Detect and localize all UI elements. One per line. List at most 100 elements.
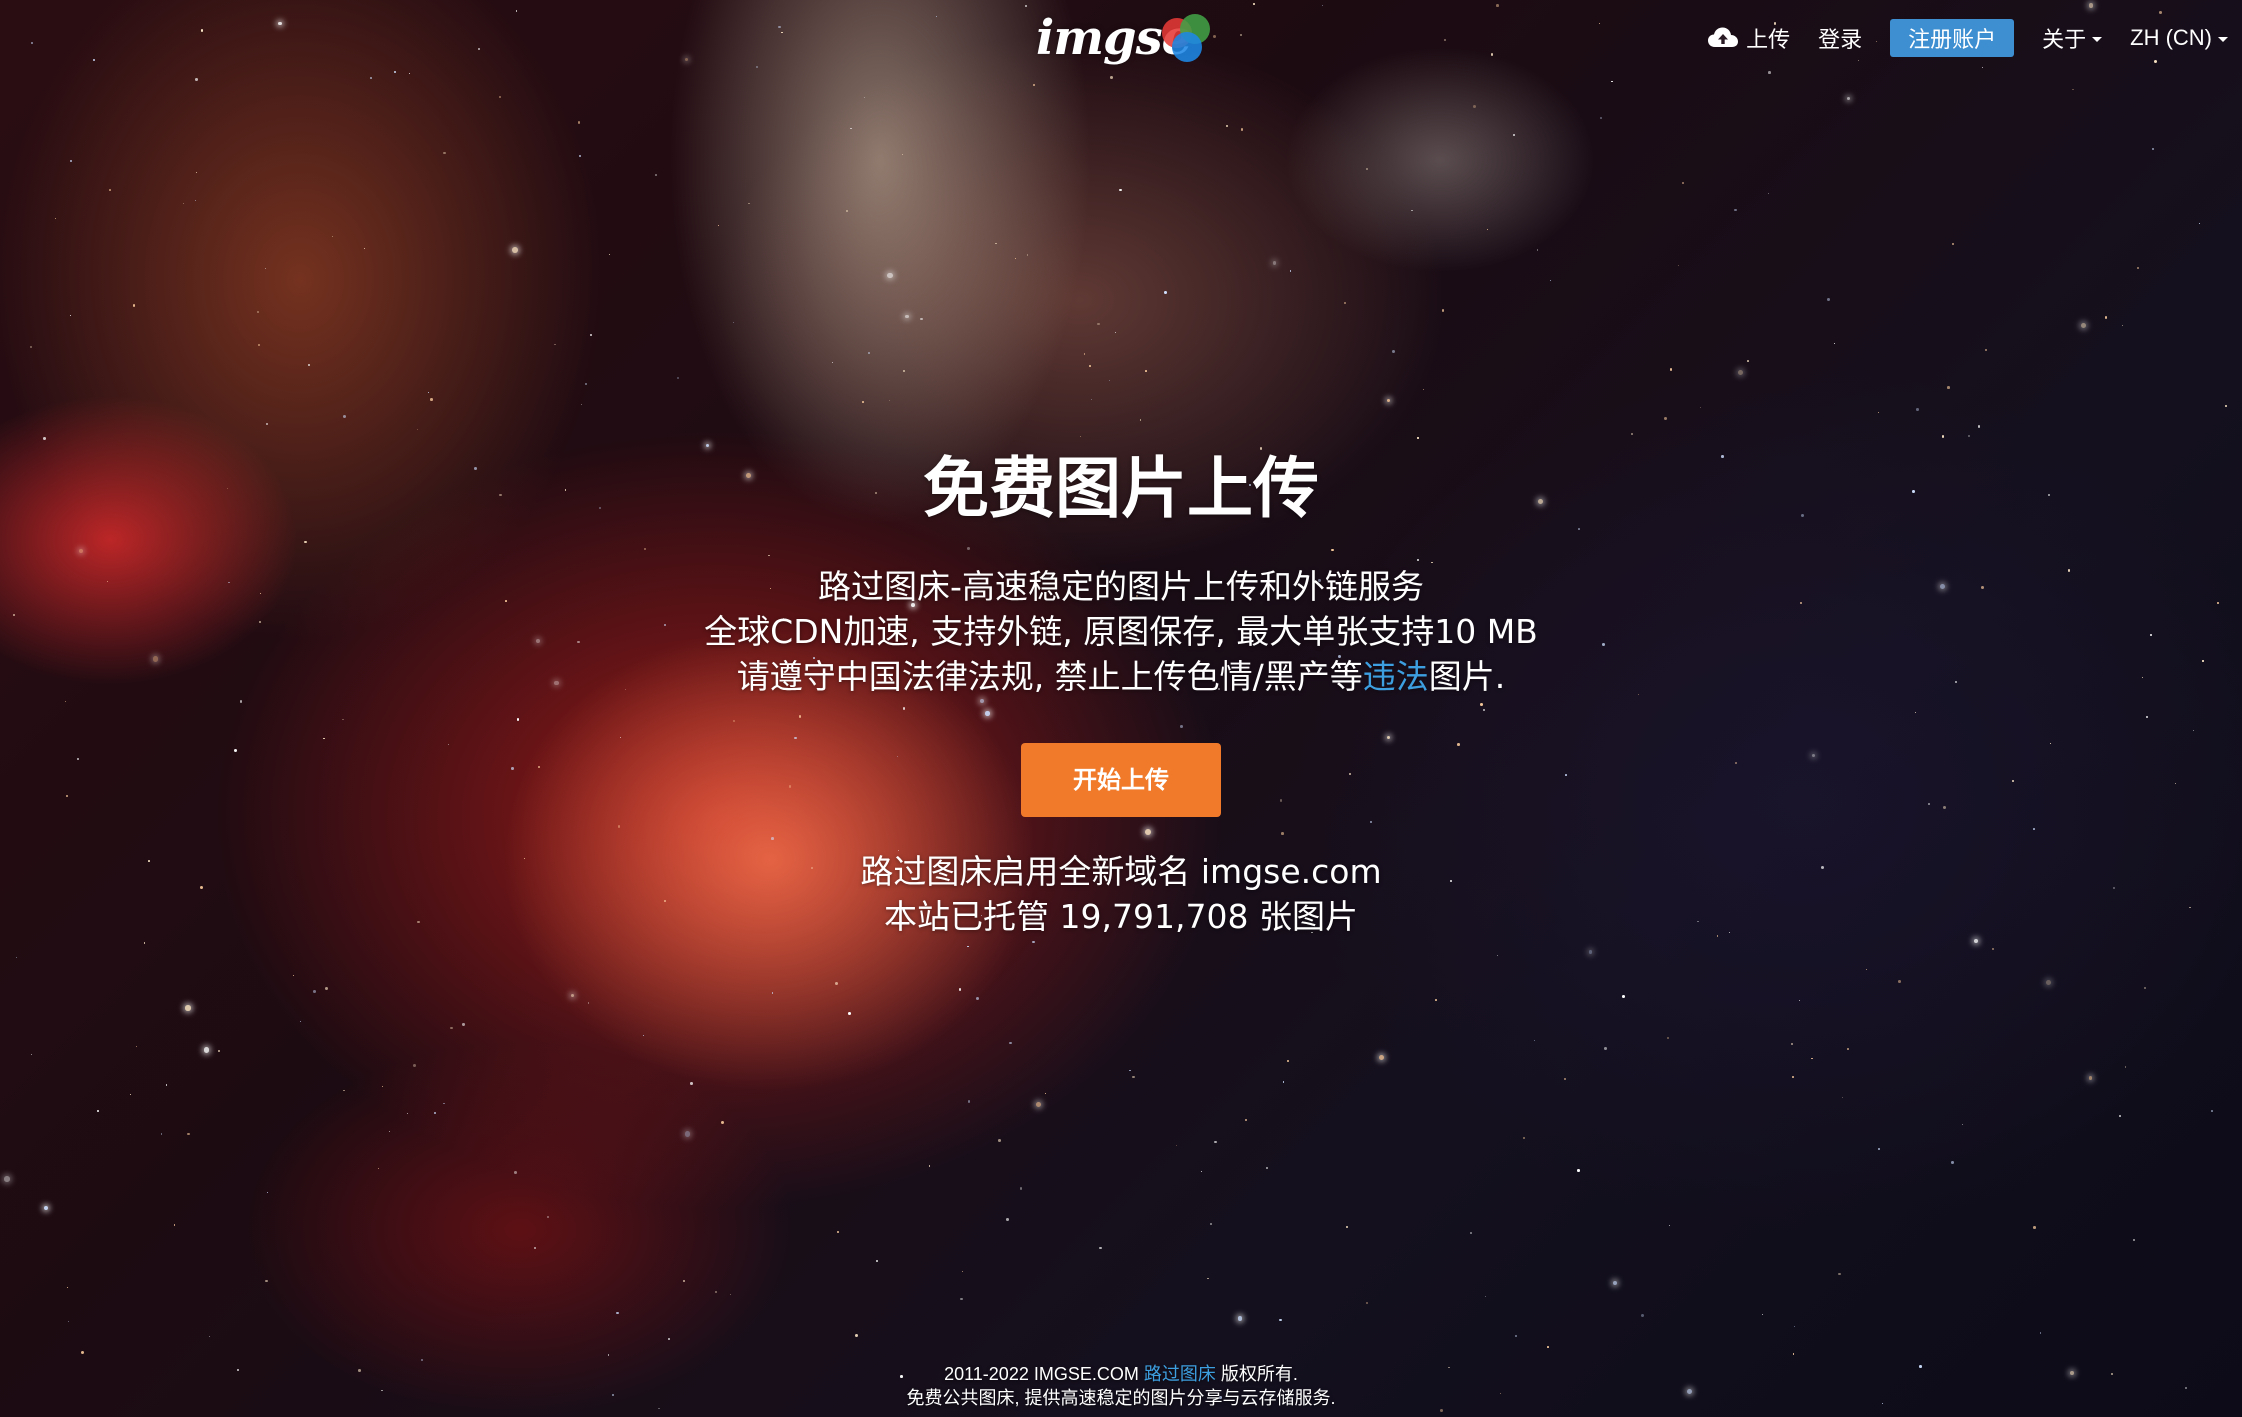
star-dot	[863, 96, 865, 99]
hero-desc-line3-prefix: 请遵守中国法律法规, 禁止上传色情/黑产等	[736, 657, 1363, 696]
register-button[interactable]: 注册账户	[1890, 19, 2015, 57]
star-dot	[1084, 353, 1086, 355]
star-dot	[1266, 1166, 1269, 1169]
star-dot	[1006, 1218, 1009, 1221]
star-dot	[1682, 182, 1684, 184]
star-dot	[590, 333, 593, 336]
language-selector[interactable]: ZH (CN)	[2130, 25, 2228, 51]
hero-desc-line1: 路过图床-高速稳定的图片上传和外链服务	[818, 567, 1424, 606]
star-dot	[394, 70, 396, 73]
star-dot	[1877, 1147, 1881, 1151]
star-dot	[377, 1168, 379, 1169]
illegal-content-link[interactable]: 违法	[1363, 657, 1429, 696]
star-dot	[332, 236, 334, 238]
star-dot	[185, 1005, 191, 1011]
star-dot	[1866, 968, 1868, 970]
star-dot	[677, 377, 679, 380]
star-dot	[960, 1298, 963, 1301]
star-dot	[218, 1049, 221, 1053]
star-dot	[43, 436, 46, 440]
hero-stats: 路过图床启用全新域名 imgse.com 本站已托管 19,791,708 张图…	[0, 849, 2242, 939]
star-dot	[1857, 60, 1859, 62]
star-dot	[1833, 343, 1835, 345]
star-dot	[1119, 188, 1122, 192]
hero-desc-line3-suffix: 图片.	[1428, 657, 1506, 696]
site-logo[interactable]: imgse	[1036, 6, 1220, 68]
star-dot	[642, 1034, 645, 1037]
star-dot	[1025, 5, 1028, 8]
star-dot	[1470, 1232, 1472, 1235]
star-dot	[1984, 349, 1987, 352]
star-dot	[343, 1089, 346, 1092]
footer-copyright-prefix: 2011-2022 IMGSE.COM	[944, 1364, 1139, 1384]
star-dot	[1484, 1295, 1487, 1298]
star-dot	[867, 352, 870, 354]
star-dot	[1767, 192, 1770, 195]
star-dot	[15, 957, 18, 959]
star-dot	[54, 217, 57, 220]
footer-site-link[interactable]: 路过图床	[1144, 1364, 1216, 1384]
nav-about-dropdown[interactable]: 关于	[2042, 22, 2103, 54]
star-dot	[427, 392, 429, 394]
star-dot	[1035, 1102, 1041, 1107]
star-dot	[430, 398, 433, 401]
star-dot	[1378, 1055, 1384, 1060]
star-dot	[2033, 1226, 2036, 1229]
star-dot	[267, 1191, 269, 1193]
star-dot	[1045, 1092, 1047, 1094]
star-dot	[876, 1260, 878, 1262]
star-dot	[450, 1026, 453, 1029]
star-dot	[1496, 4, 1499, 7]
star-dot	[1490, 52, 1494, 56]
star-dot	[1019, 1187, 1022, 1190]
hero-title: 免费图片上传	[923, 450, 1319, 527]
star-dot	[200, 29, 204, 32]
nav-upload[interactable]: 上传	[1708, 22, 1790, 54]
star-dot	[1027, 254, 1029, 256]
star-dot	[1253, 3, 1256, 5]
star-dot	[607, 1354, 610, 1356]
star-dot	[1747, 360, 1749, 362]
star-dot	[69, 159, 72, 162]
star-dot	[1129, 1069, 1131, 1072]
star-dot	[1827, 297, 1831, 301]
star-dot	[44, 1205, 49, 1210]
star-dot	[1941, 435, 1945, 438]
star-dot	[1392, 349, 1396, 353]
star-dot	[2119, 1114, 2121, 1117]
footer: 2011-2022 IMGSE.COM 路过图床 版权所有. 免费公共图床, 提…	[0, 1362, 2242, 1410]
star-dot	[478, 47, 481, 50]
star-dot	[1737, 369, 1744, 375]
nav-upload-label: 上传	[1746, 27, 1791, 52]
star-dot	[862, 400, 865, 403]
star-dot	[2088, 1076, 2093, 1080]
hero-desc-line3: 请遵守中国法律法规, 禁止上传色情/黑产等违法图片.	[0, 654, 2242, 699]
star-dot	[961, 1270, 964, 1273]
star-dot	[1916, 408, 1919, 411]
star-dot	[1734, 208, 1737, 212]
star-dot	[265, 422, 269, 425]
star-dot	[533, 1246, 537, 1250]
nav-login[interactable]: 登录	[1818, 22, 1862, 54]
star-dot	[1289, 269, 1292, 272]
star-dot	[1164, 290, 1167, 294]
star-dot	[187, 1132, 190, 1136]
star-dot	[580, 403, 583, 406]
star-dot	[1838, 1272, 1841, 1276]
star-dot	[462, 1023, 465, 1026]
star-dot	[1961, 1124, 1963, 1126]
language-label: ZH (CN)	[2130, 25, 2212, 50]
star-dot	[515, 10, 518, 13]
star-dot	[1422, 388, 1424, 390]
star-dot	[1110, 76, 1114, 80]
star-dot	[854, 1333, 858, 1337]
star-dot	[1792, 1076, 1795, 1079]
start-upload-button[interactable]: 开始上传	[1021, 743, 1221, 817]
star-dot	[307, 364, 310, 367]
star-dot	[2153, 59, 2157, 63]
star-dot	[513, 1171, 517, 1174]
star-dot	[407, 1112, 409, 1114]
star-dot	[976, 996, 980, 1000]
star-dot	[265, 1279, 268, 1283]
star-dot	[30, 345, 33, 349]
